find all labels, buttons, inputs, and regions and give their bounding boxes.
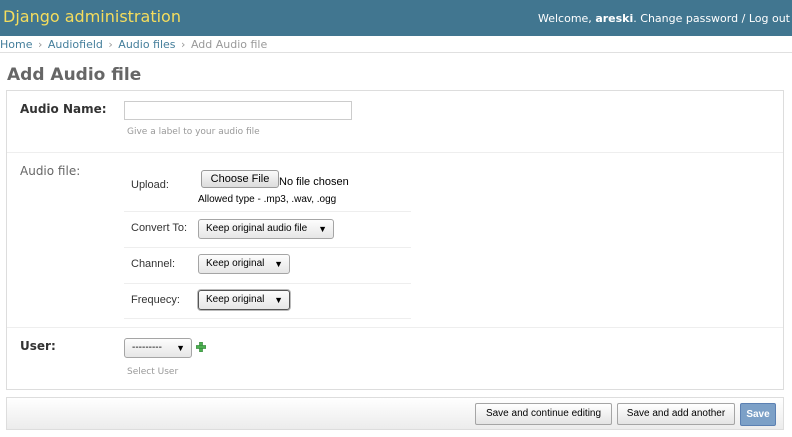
no-file-chosen-text: No file chosen (279, 176, 349, 188)
user-tools-divider: / (741, 12, 746, 25)
audio-file-label: Audio file: (20, 164, 81, 178)
header: Django administration Welcome, areski. C… (0, 0, 792, 36)
breadcrumb-audio-files[interactable]: Audio files (118, 38, 175, 51)
save-and-add-another-button[interactable]: Save and add another (617, 403, 735, 425)
row-divider (7, 327, 783, 328)
chevron-down-icon: ▼ (274, 295, 283, 305)
user-label: User: (20, 339, 56, 353)
breadcrumb: Home › Audiofield › Audio files › Add Au… (0, 36, 792, 53)
add-user-plus-icon[interactable] (196, 342, 206, 352)
save-button[interactable]: Save (740, 403, 776, 426)
submit-row: Save and continue editing Save and add a… (6, 397, 784, 430)
username: areski (595, 12, 634, 25)
audio-name-label: Audio Name: (20, 102, 107, 116)
user-help: Select User (127, 367, 179, 377)
user-tools: Welcome, areski. Change password / Log o… (537, 12, 790, 25)
row-divider (7, 152, 783, 153)
channel-label: Channel: (131, 258, 176, 270)
sub-divider (124, 247, 411, 248)
convert-to-label: Convert To: (131, 222, 188, 234)
breadcrumb-audiofield[interactable]: Audiofield (48, 38, 103, 51)
breadcrumb-separator: › (37, 38, 43, 51)
breadcrumb-separator: › (108, 38, 113, 51)
upload-label: Upload: (131, 179, 169, 191)
chevron-down-icon: ▼ (274, 259, 283, 269)
sub-divider (124, 211, 411, 212)
chevron-down-icon: ▼ (176, 343, 185, 353)
page-title: Add Audio file (7, 65, 142, 85)
frequency-value: Keep original (206, 294, 265, 305)
sub-divider (124, 318, 411, 319)
breadcrumb-home[interactable]: Home (0, 38, 32, 51)
chevron-down-icon: ▼ (318, 224, 327, 234)
audio-name-input[interactable] (124, 101, 352, 120)
convert-to-select[interactable]: Keep original audio file ▼ (198, 219, 334, 239)
site-title[interactable]: Django administration (3, 7, 181, 26)
breadcrumb-current: Add Audio file (190, 38, 268, 51)
allowed-type-help: Allowed type - .mp3, .wav, .ogg (198, 194, 337, 205)
channel-value: Keep original (206, 258, 265, 269)
convert-to-value: Keep original audio file (206, 223, 308, 234)
welcome-text: Welcome, (537, 12, 592, 25)
user-select[interactable]: --------- ▼ (124, 338, 192, 358)
frequency-label: Frequecy: (131, 294, 180, 306)
audio-name-help: Give a label to your audio file (127, 127, 260, 137)
logout-link[interactable]: Log out (749, 12, 790, 25)
user-value: --------- (132, 342, 162, 353)
choose-file-button[interactable]: Choose File (201, 170, 279, 188)
breadcrumb-separator: › (181, 38, 186, 51)
channel-select[interactable]: Keep original ▼ (198, 254, 290, 274)
audio-file-form: Audio Name: Give a label to your audio f… (6, 90, 784, 390)
sub-divider (124, 283, 411, 284)
change-password-link[interactable]: Change password (640, 12, 738, 25)
save-and-continue-button[interactable]: Save and continue editing (475, 403, 612, 425)
frequency-select[interactable]: Keep original ▼ (198, 290, 290, 310)
